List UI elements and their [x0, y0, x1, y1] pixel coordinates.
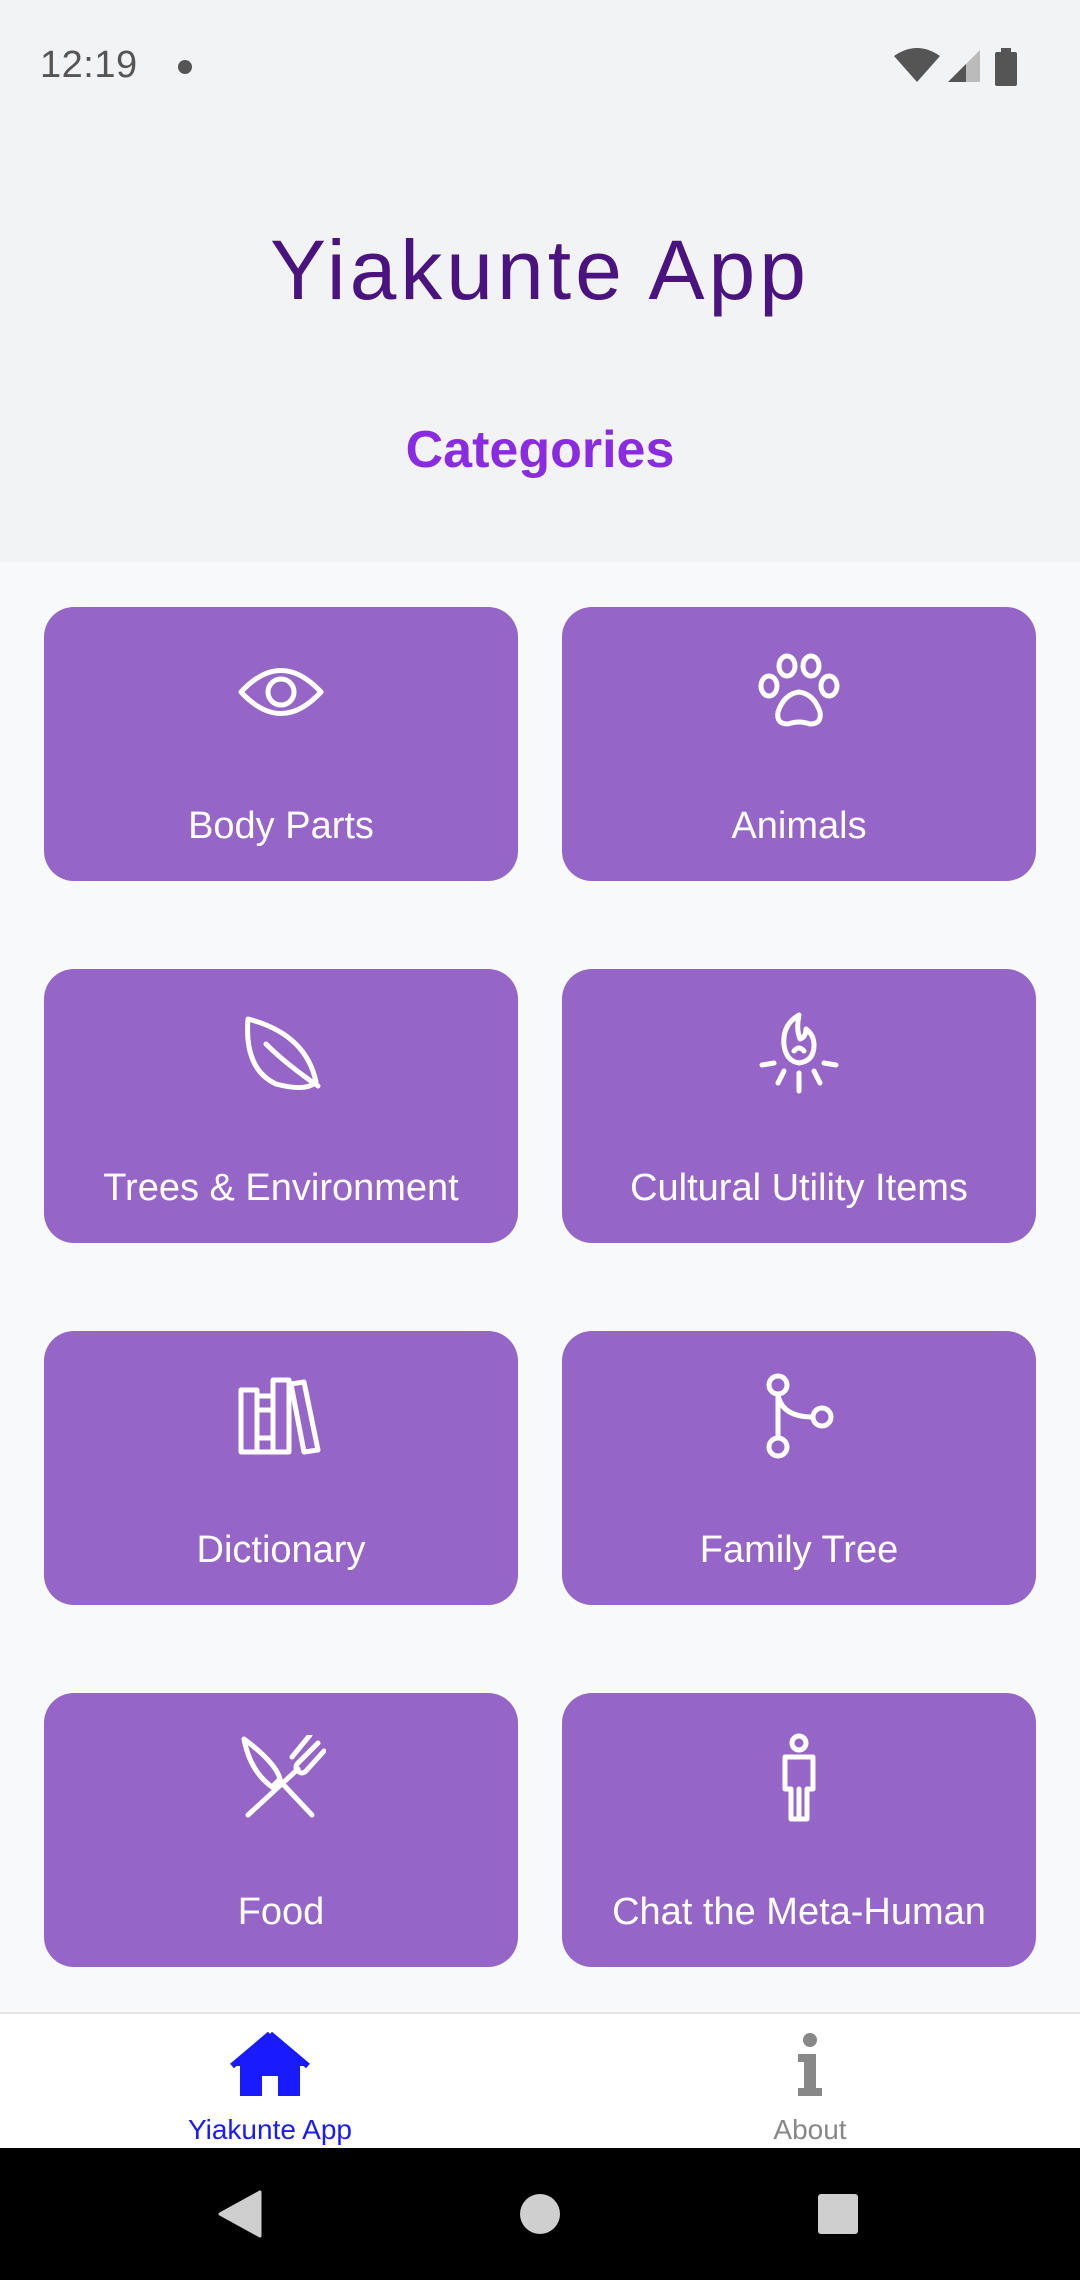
books-icon: [44, 1371, 518, 1461]
person-icon: [562, 1733, 1036, 1823]
status-bar: 12:19: [0, 0, 1080, 132]
back-triangle-icon: [218, 2190, 262, 2238]
nav-label-home: Yiakunte App: [188, 2114, 352, 2145]
home-icon: [0, 2032, 540, 2102]
category-card-family-tree[interactable]: Family Tree: [562, 1331, 1036, 1605]
home-circle-icon: [520, 2194, 560, 2234]
campfire-icon: [562, 1009, 1036, 1099]
category-label: Chat the Meta-Human: [612, 1891, 986, 1933]
bottom-nav: Yiakunte App About: [0, 2012, 1080, 2148]
status-icons: [894, 48, 1044, 88]
recents-square-icon: [818, 2194, 858, 2234]
wifi-icon: [894, 48, 940, 82]
battery-icon: [995, 48, 1017, 86]
category-grid: Body Parts Animals Trees & Environment C…: [0, 562, 1080, 2012]
category-card-trees-environment[interactable]: Trees & Environment: [44, 969, 518, 1243]
nav-item-home[interactable]: Yiakunte App: [0, 2014, 540, 2150]
notification-dot-icon: [178, 60, 192, 74]
category-card-chat-meta-human[interactable]: Chat the Meta-Human: [562, 1693, 1036, 1967]
cell-signal-icon: [948, 50, 980, 82]
leaf-icon: [44, 1009, 518, 1099]
category-label: Family Tree: [699, 1529, 899, 1571]
category-label: Cultural Utility Items: [630, 1167, 968, 1209]
nav-item-about[interactable]: About: [540, 2014, 1080, 2150]
system-nav-bar: [0, 2148, 1080, 2280]
category-card-body-parts[interactable]: Body Parts: [44, 607, 518, 881]
utensils-icon: [44, 1733, 518, 1823]
category-card-food[interactable]: Food: [44, 1693, 518, 1967]
category-card-dictionary[interactable]: Dictionary: [44, 1331, 518, 1605]
paw-icon: [562, 647, 1036, 737]
eye-icon: [44, 647, 518, 737]
category-label: Body Parts: [188, 805, 374, 847]
status-time: 12:19: [40, 44, 138, 86]
category-label: Animals: [731, 805, 867, 847]
categories-title: Categories: [405, 421, 675, 479]
header: Yiakunte App Categories: [0, 132, 1080, 562]
branch-icon: [562, 1371, 1036, 1461]
nav-label-about: About: [773, 2114, 847, 2145]
recents-button[interactable]: [778, 2148, 898, 2280]
category-card-animals[interactable]: Animals: [562, 607, 1036, 881]
app-title: Yiakunte App: [270, 223, 810, 317]
info-icon: [540, 2032, 1080, 2102]
home-system-button[interactable]: [480, 2148, 600, 2280]
category-label: Dictionary: [196, 1529, 366, 1571]
category-label: Trees & Environment: [103, 1167, 459, 1209]
back-button[interactable]: [180, 2148, 300, 2280]
category-card-cultural-utility-items[interactable]: Cultural Utility Items: [562, 969, 1036, 1243]
category-label: Food: [237, 1891, 325, 1933]
